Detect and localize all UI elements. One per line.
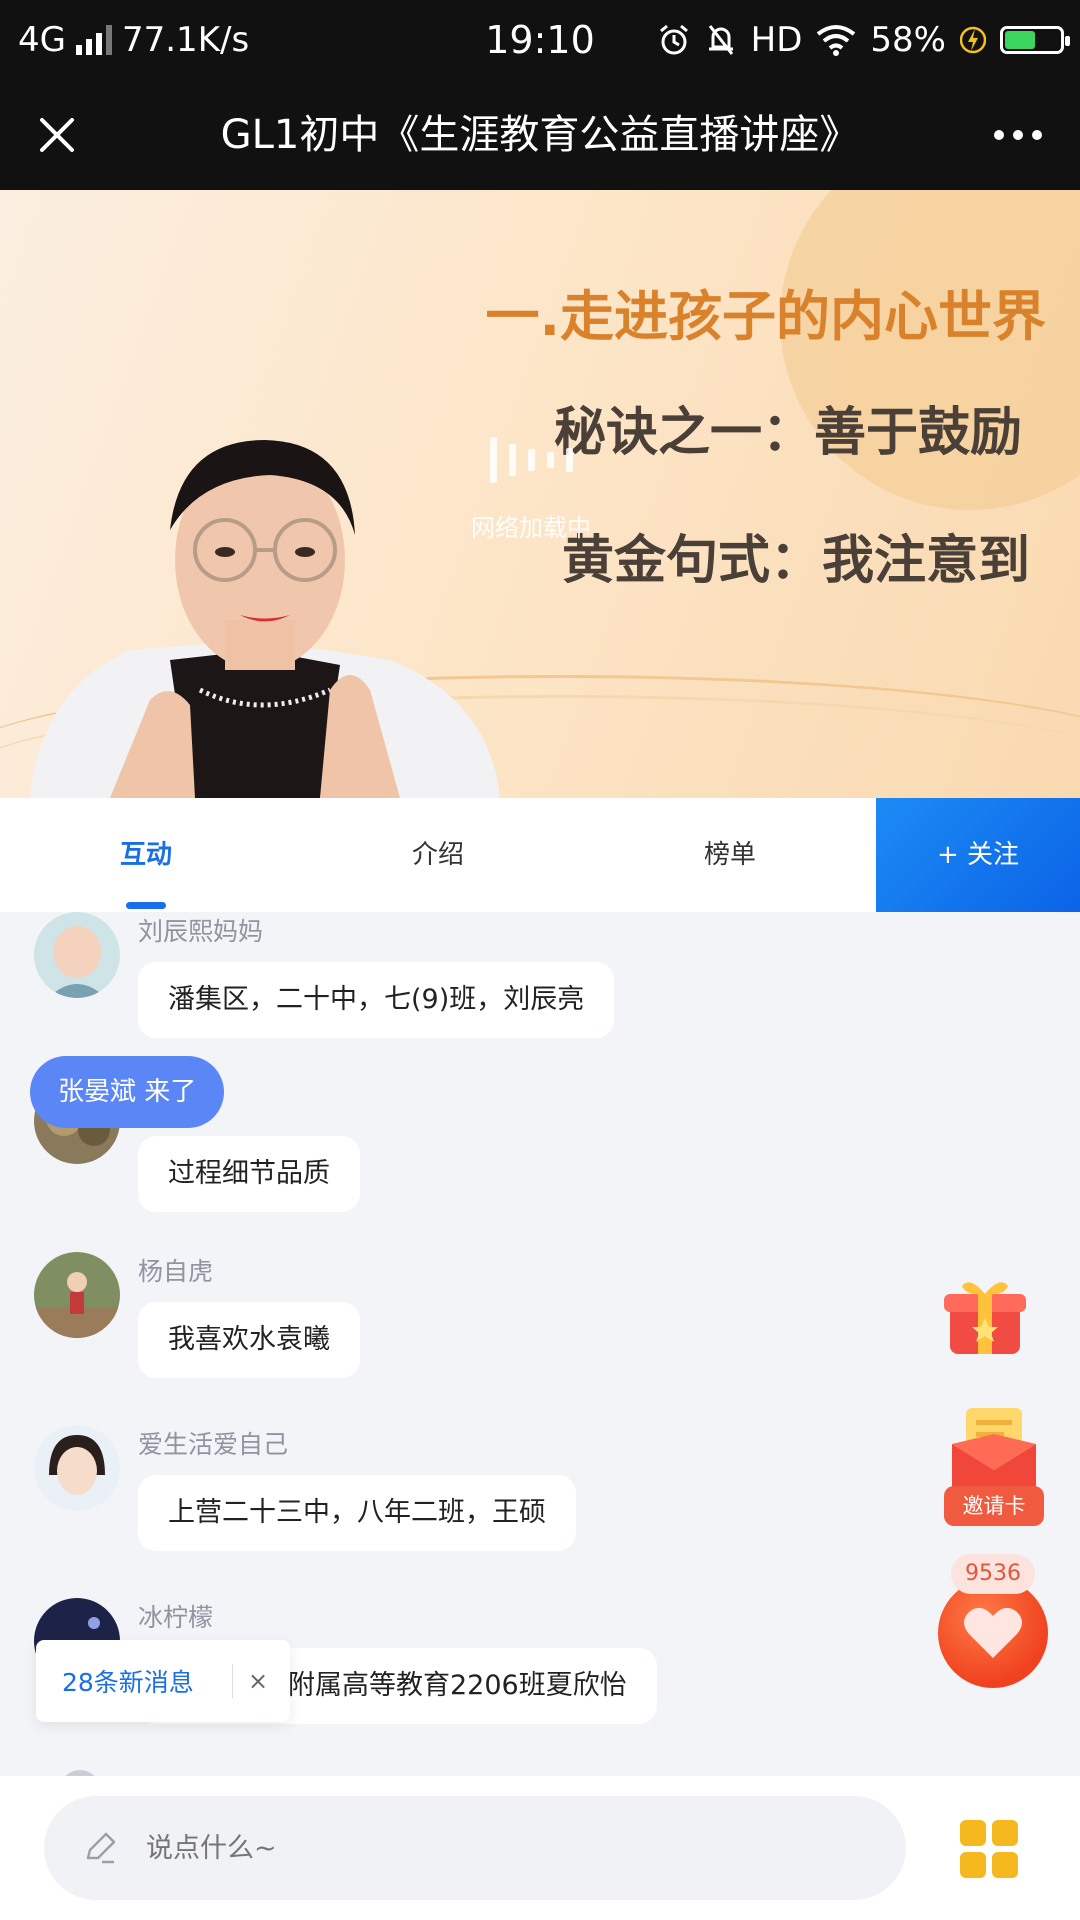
tab-bar: 互动 介绍 榜单 + 关注 bbox=[0, 798, 1080, 912]
alarm-icon bbox=[659, 24, 688, 55]
invite-envelope-icon bbox=[952, 1408, 1036, 1492]
presenter-figure bbox=[30, 440, 500, 798]
avatar[interactable] bbox=[34, 912, 120, 998]
loading-bars-icon bbox=[456, 430, 606, 490]
chat-bubble: 过程细节品质 bbox=[138, 1136, 360, 1212]
page-title: GL1初中《生涯教育公益直播讲座》 bbox=[220, 112, 860, 158]
comment-input-box[interactable] bbox=[44, 1796, 906, 1902]
chat-bubble: 上营二十三中，八年二班，王硕 bbox=[138, 1475, 576, 1551]
slide-line: 黄金句式：我注意到 bbox=[561, 531, 1030, 591]
invite-card-label: 邀请卡 bbox=[944, 1486, 1044, 1526]
follow-button[interactable]: + 关注 bbox=[876, 798, 1080, 912]
pencil-icon bbox=[86, 1832, 116, 1864]
heart-icon bbox=[964, 1607, 1022, 1658]
live-video-player[interactable]: 一.走进孩子的内心世界 秘诀之一：善于鼓励 黄金句式：我注意到 网络加载中 bbox=[0, 190, 1080, 798]
slide-line: 秘诀之一：善于鼓励 bbox=[553, 403, 1022, 463]
slide-heading: 一.走进孩子的内心世界 bbox=[485, 285, 1046, 348]
like-count-badge: 9536 bbox=[951, 1554, 1035, 1594]
chat-username: 冰柠檬 bbox=[138, 1603, 214, 1632]
chat-username: 爱生活爱自己 bbox=[138, 1430, 289, 1459]
tab-leaderboard[interactable]: 榜单 bbox=[610, 798, 850, 912]
wifi-icon bbox=[817, 25, 856, 56]
mute-icon bbox=[708, 25, 733, 55]
tab-introduction[interactable]: 介绍 bbox=[318, 798, 558, 912]
charging-icon bbox=[960, 26, 986, 54]
status-bar: 4G 77.1K/s 19:10 HD 58% bbox=[0, 0, 1080, 80]
avatar[interactable] bbox=[34, 1252, 120, 1338]
chat-username: 刘辰熙妈妈 bbox=[138, 917, 264, 946]
title-bar: GL1初中《生涯教育公益直播讲座》 bbox=[0, 80, 1080, 190]
grid-menu-button[interactable] bbox=[960, 1820, 1018, 1878]
close-icon bbox=[40, 118, 74, 152]
battery-icon bbox=[1000, 26, 1070, 54]
chat-username: 杨自虎 bbox=[138, 1257, 214, 1286]
close-toast-button[interactable]: × bbox=[233, 1667, 283, 1695]
hd-indicator: HD bbox=[750, 20, 803, 60]
tab-interaction[interactable]: 互动 bbox=[26, 798, 266, 912]
more-button[interactable] bbox=[980, 102, 1056, 168]
grid-menu-icon bbox=[960, 1820, 986, 1846]
gift-icon bbox=[944, 1282, 1026, 1354]
gift-button[interactable] bbox=[940, 1274, 1030, 1358]
loading-indicator: 网络加载中 bbox=[456, 430, 606, 543]
new-messages-count[interactable]: 28条新消息 bbox=[36, 1663, 232, 1699]
join-notice: 张晏斌 来了 bbox=[30, 1056, 225, 1128]
avatar[interactable] bbox=[34, 1425, 120, 1511]
invite-card-button[interactable]: 邀请卡 bbox=[944, 1404, 1044, 1526]
chat-bubble: 潘集区，二十中，七(9)班，刘辰亮 bbox=[138, 962, 615, 1038]
new-messages-toast[interactable]: 28条新消息 × bbox=[36, 1640, 290, 1722]
comment-bar bbox=[0, 1776, 1080, 1920]
chat-bubble: 我喜欢水袁曦 bbox=[138, 1302, 360, 1378]
like-button[interactable] bbox=[938, 1578, 1048, 1688]
more-icon bbox=[994, 130, 1042, 140]
active-tab-indicator bbox=[126, 902, 166, 909]
loading-text: 网络加载中 bbox=[471, 514, 591, 542]
close-button[interactable] bbox=[24, 102, 90, 168]
battery-percent: 58% bbox=[870, 20, 946, 60]
comment-input[interactable] bbox=[144, 1796, 748, 1902]
